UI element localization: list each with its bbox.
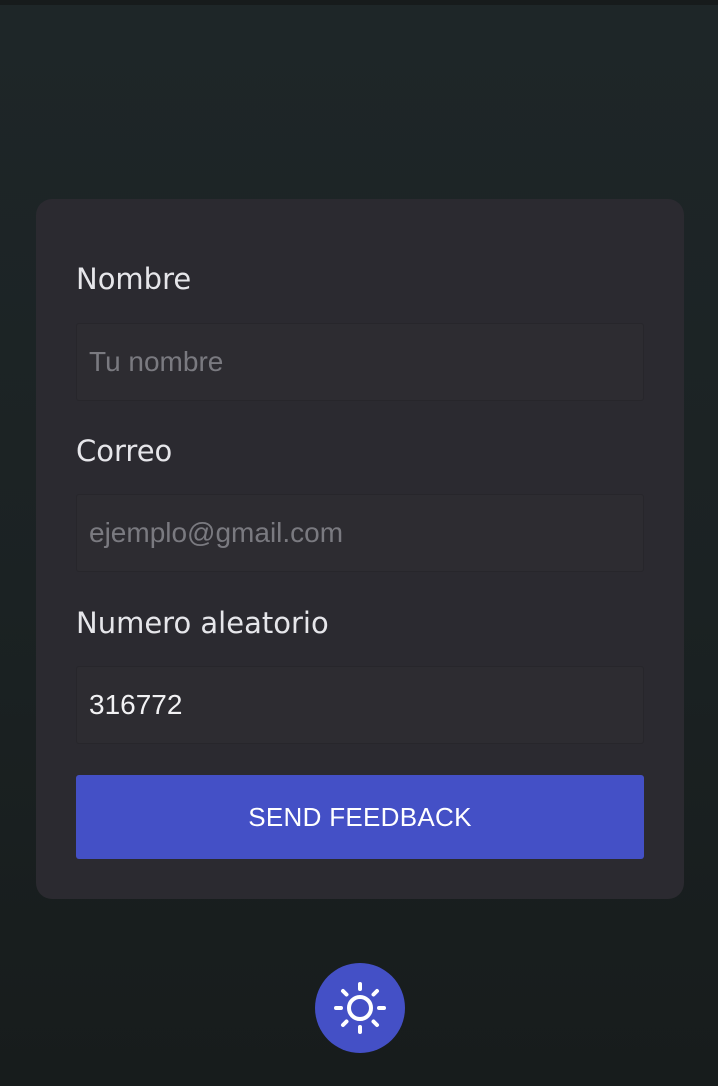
send-feedback-button[interactable]: SEND FEEDBACK — [76, 775, 644, 859]
sun-icon — [334, 982, 386, 1034]
feedback-form-card: Nombre Correo Numero aleatorio SEND FEED… — [36, 199, 684, 899]
name-input[interactable] — [76, 323, 644, 401]
random-number-input[interactable] — [76, 666, 644, 744]
status-bar-strip — [0, 0, 718, 5]
name-label: Nombre — [76, 262, 192, 296]
email-label: Correo — [76, 434, 173, 468]
email-input[interactable] — [76, 494, 644, 572]
random-number-label: Numero aleatorio — [76, 606, 329, 640]
theme-toggle-button[interactable] — [315, 963, 405, 1053]
